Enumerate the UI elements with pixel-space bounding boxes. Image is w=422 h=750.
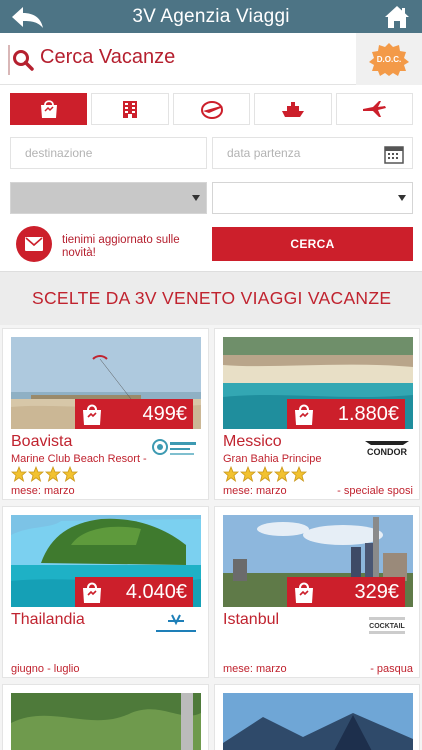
search-title: Cerca Vacanze	[40, 46, 176, 68]
chevron-down-icon	[192, 195, 200, 201]
offer-card-partial-left[interactable]	[2, 684, 209, 750]
destination-input[interactable]: destinazione	[10, 137, 207, 169]
tab-flight[interactable]	[335, 93, 414, 125]
price-value: 329€	[354, 580, 400, 603]
category-tabs	[10, 93, 414, 125]
offer-card-thailandia[interactable]: 4.040€ Thailandia giugno - luglio	[2, 506, 209, 678]
destination-name: Istanbul	[223, 611, 280, 628]
offer-card-messico[interactable]: 1.880€ Messico Gran Bahia Principe mese:…	[214, 328, 420, 500]
tab-cruise[interactable]	[254, 93, 332, 125]
tab-hotel[interactable]	[91, 93, 169, 125]
divider	[8, 45, 10, 75]
price-value: 4.040€	[125, 580, 187, 603]
offer-photo-mountain	[223, 693, 413, 750]
cocktail-brand: COCKTAIL	[369, 623, 405, 630]
offer-month: mese: marzo	[223, 485, 287, 497]
hotel-building-icon	[123, 101, 138, 118]
chevron-down-icon	[398, 195, 406, 201]
home-icon[interactable]	[384, 5, 410, 29]
offer-month: mese: marzo	[223, 663, 287, 675]
star-icon	[291, 466, 307, 482]
star-icon	[223, 466, 239, 482]
tab-flight-world[interactable]	[172, 93, 251, 125]
app-title: 3V Agenzia Viaggi	[132, 5, 290, 27]
condor-brand: CONDOR	[367, 447, 407, 457]
calendar-icon[interactable]	[384, 144, 404, 164]
travel-bag-icon	[83, 404, 101, 425]
travel-bag-icon	[295, 582, 313, 603]
star-rating	[11, 466, 78, 482]
condor-logo: CONDOR	[365, 441, 409, 457]
doc-seal-icon: D.O.C.	[369, 43, 409, 76]
star-icon	[11, 466, 27, 482]
departure-date-input[interactable]: data partenza	[212, 137, 413, 169]
mail-icon	[25, 237, 43, 251]
ship-icon	[281, 102, 304, 117]
search-header: Cerca Vacanze D.O.C.	[0, 33, 422, 85]
destination-name: Boavista	[11, 433, 73, 450]
offers-grid: 499€ Boavista Marine Club Beach Resort -…	[0, 325, 422, 750]
star-icon	[45, 466, 61, 482]
offer-month: mese: marzo	[11, 485, 75, 497]
doc-badge[interactable]: D.O.C.	[356, 33, 422, 85]
star-icon	[274, 466, 290, 482]
airplane-icon	[363, 101, 387, 117]
tab-holiday[interactable]	[10, 93, 88, 125]
destination-name: Thailandia	[11, 611, 85, 628]
eden-viaggi-logo	[156, 614, 196, 632]
newsletter-label[interactable]: tienimi aggiornato sulle novità!	[62, 234, 202, 260]
alpitour-logo	[152, 439, 196, 455]
section-title: SCELTE DA 3V VENETO VIAGGI VACANZE	[0, 271, 422, 325]
star-icon	[62, 466, 78, 482]
offer-photo-forest	[11, 693, 201, 750]
hotel-name: Gran Bahia Principe	[223, 453, 322, 465]
price-tag: 329€	[287, 577, 405, 607]
select-departure[interactable]	[212, 182, 413, 214]
offer-card-partial-right[interactable]	[214, 684, 420, 750]
offer-note: - pasqua	[370, 663, 413, 675]
offer-month: giugno - luglio	[11, 663, 80, 675]
offer-note: - speciale sposi	[337, 485, 413, 497]
cocktail-logo: COCKTAIL	[369, 617, 406, 634]
star-icon	[28, 466, 44, 482]
search-button[interactable]: CERCA	[212, 227, 413, 261]
travel-bag-icon	[295, 404, 313, 425]
hotel-name: Marine Club Beach Resort -	[11, 453, 147, 465]
top-bar: 3V Agenzia Viaggi	[0, 0, 422, 33]
select-nights[interactable]	[10, 182, 207, 214]
back-arrow-icon[interactable]	[10, 5, 44, 29]
star-rating	[223, 466, 307, 482]
destination-name: Messico	[223, 433, 282, 450]
price-value: 1.880€	[337, 402, 399, 425]
doc-badge-text: D.O.C.	[377, 55, 401, 64]
offer-card-istanbul[interactable]: 329€ Istanbul mese: marzo - pasqua COCKT…	[214, 506, 420, 678]
star-icon	[257, 466, 273, 482]
price-tag: 499€	[75, 399, 193, 429]
offer-card-boavista[interactable]: 499€ Boavista Marine Club Beach Resort -…	[2, 328, 209, 500]
globe-plane-icon	[200, 101, 223, 119]
price-tag: 1.880€	[287, 399, 405, 429]
destination-placeholder: destinazione	[25, 146, 93, 160]
price-tag: 4.040€	[75, 577, 193, 607]
date-placeholder: data partenza	[227, 146, 301, 160]
price-value: 499€	[142, 402, 188, 425]
star-icon	[240, 466, 256, 482]
app-screen: 3V Agenzia Viaggi Cerca Vacanze D.O.C. d…	[0, 0, 422, 750]
search-icon	[13, 50, 34, 71]
travel-bag-icon	[83, 582, 101, 603]
newsletter-button[interactable]	[16, 226, 52, 262]
travel-bag-icon	[40, 100, 57, 118]
